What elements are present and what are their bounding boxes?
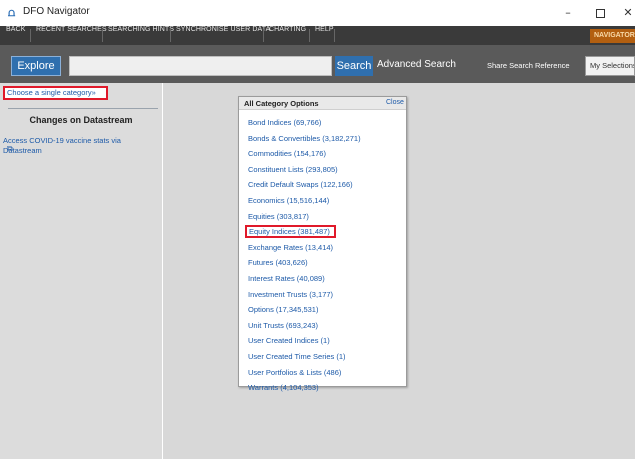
category-option[interactable]: Investment Trusts (3,177)	[248, 289, 333, 301]
changes-heading: Changes on Datastream	[29, 115, 133, 125]
category-options-header: All Category Options Close	[239, 97, 406, 110]
menu-divider	[170, 29, 171, 42]
my-selections-button[interactable]: My Selections (0)	[585, 56, 635, 76]
category-option[interactable]: Exchange Rates (13,414)	[248, 242, 333, 254]
search-button[interactable]: Search	[335, 56, 373, 76]
menu-bar: BACK RECENT SEARCHES SEARCHING HINTS SYN…	[0, 26, 635, 45]
close-window-button[interactable]: ✕	[613, 2, 635, 24]
menu-synchronise-user-data[interactable]: SYNCHRONISE USER DATA	[176, 26, 270, 45]
category-option[interactable]: User Created Indices (1)	[248, 335, 330, 347]
close-dropdown-button[interactable]: Close	[386, 99, 404, 106]
menu-charting[interactable]: CHARTING	[269, 26, 306, 45]
maximize-icon	[595, 8, 605, 18]
minimize-button[interactable]: –	[553, 2, 583, 24]
category-option[interactable]: Bonds & Convertibles (3,182,271)	[248, 133, 361, 145]
choose-category-link[interactable]: Choose a single category»	[3, 86, 108, 100]
maximize-button[interactable]	[585, 2, 615, 24]
category-option[interactable]: Warrants (4,104,353)	[248, 382, 319, 394]
menu-searching-hints[interactable]: SEARCHING HINTS	[108, 26, 174, 45]
menu-divider	[30, 29, 31, 42]
covid-vaccine-link[interactable]: Access COVID-19 vaccine stats via Datast…	[3, 136, 159, 156]
external-link-icon[interactable]: ⧉	[7, 145, 15, 153]
category-option[interactable]: Credit Default Swaps (122,166)	[248, 179, 353, 191]
menu-divider	[102, 29, 103, 42]
category-option[interactable]: User Created Time Series (1)	[248, 351, 346, 363]
share-search-reference-link[interactable]: Share Search Reference	[487, 61, 570, 70]
category-option[interactable]: Constituent Lists (293,805)	[248, 164, 338, 176]
category-option[interactable]: User Portfolios & Lists (486)	[248, 367, 341, 379]
menu-recent-searches[interactable]: RECENT SEARCHES	[36, 26, 107, 45]
category-option-equity-indices[interactable]: Equity Indices (381,487)	[245, 224, 336, 238]
menu-divider	[309, 29, 310, 42]
category-option[interactable]: Bond Indices (69,766)	[248, 117, 321, 129]
menu-divider	[263, 29, 264, 42]
title-bar: ⩍ DFO Navigator – ✕	[0, 0, 635, 26]
category-option[interactable]: Options (17,345,531)	[248, 304, 318, 316]
advanced-search-link[interactable]: Advanced Search	[377, 59, 456, 70]
category-options-panel: All Category Options Close Bond Indices …	[238, 96, 407, 392]
search-input[interactable]	[69, 56, 332, 76]
menu-divider	[334, 29, 335, 42]
menu-help[interactable]: HELP	[315, 26, 334, 45]
menu-back[interactable]: BACK	[6, 26, 25, 45]
category-option[interactable]: Commodities (154,176)	[248, 148, 326, 160]
navigator-badge[interactable]: NAVIGATOR	[590, 29, 635, 43]
category-option[interactable]: Futures (403,626)	[248, 257, 308, 269]
chart-icon: ⩍	[8, 6, 16, 19]
explore-button[interactable]: Explore	[11, 56, 61, 76]
window-title: DFO Navigator	[23, 6, 90, 17]
category-option[interactable]: Interest Rates (40,089)	[248, 273, 325, 285]
category-options-title: All Category Options	[244, 99, 319, 108]
category-option[interactable]: Unit Trusts (693,243)	[248, 320, 318, 332]
category-option[interactable]: Economics (15,516,144)	[248, 195, 329, 207]
divider	[8, 108, 158, 109]
category-option[interactable]: Equities (303,817)	[248, 211, 309, 223]
